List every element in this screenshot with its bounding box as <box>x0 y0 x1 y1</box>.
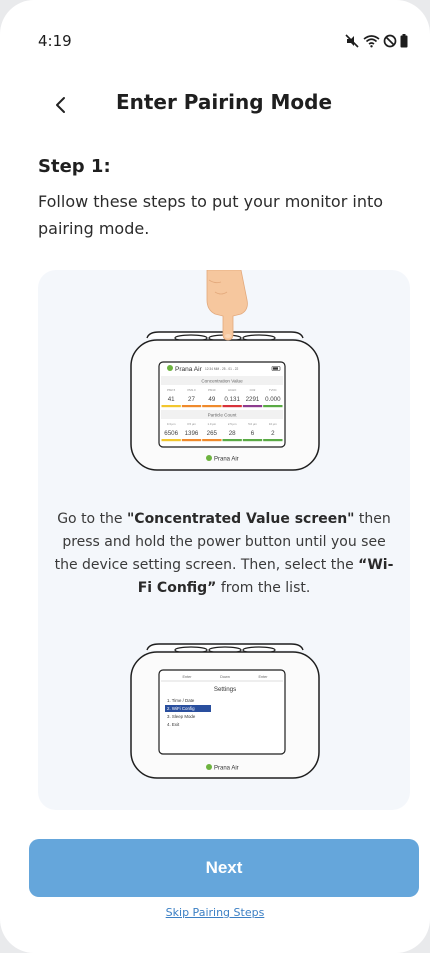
monitor-illustration-concentration: Prana Air 12:34 MM - 25 - 01 - 22 Concen… <box>130 270 320 471</box>
page-title: Enter Pairing Mode <box>115 90 333 114</box>
particle-label: 2.5 μm <box>228 422 237 426</box>
skip-pairing-link-container: Skip Pairing Steps <box>0 906 430 919</box>
status-bar: 4:19 <box>38 30 408 52</box>
concentration-level-bar <box>222 405 242 408</box>
concentration-label: PM2.5 <box>167 388 176 392</box>
section-particle-count: Particle Count <box>208 413 238 418</box>
section-concentration: Concentration Value <box>201 379 243 384</box>
status-time: 4:19 <box>38 32 72 50</box>
screen-brand: Prana Air <box>175 366 203 373</box>
concentration-value: 49 <box>208 396 215 403</box>
particle-level-bar <box>202 439 222 442</box>
concentration-level-bar <box>161 405 181 408</box>
instruction-text: Go to the "Concentrated Value screen" th… <box>52 508 396 600</box>
instruction-suffix: from the list. <box>216 580 311 596</box>
status-icons <box>344 34 408 48</box>
settings-menu-item: 2. WiFi Config <box>167 706 195 711</box>
particle-label: 5.0 μm <box>248 422 257 426</box>
concentration-label: HCHO <box>228 388 237 392</box>
instruction-prefix: Go to the <box>57 511 127 527</box>
concentration-label: CO2 <box>250 388 256 392</box>
particle-label: 10 μm <box>269 422 277 426</box>
particle-label: 0.5 μm <box>187 422 196 426</box>
particle-value: 1396 <box>185 430 199 437</box>
instructions-card: Prana Air 12:34 MM - 25 - 01 - 22 Concen… <box>38 270 410 810</box>
concentration-level-bar <box>263 405 283 408</box>
instruction-concentrated-screen: "Concentrated Value screen" <box>127 511 355 527</box>
particle-value: 2 <box>271 430 275 437</box>
particle-value: 28 <box>229 430 236 437</box>
concentration-label: TVOC <box>269 388 277 392</box>
concentration-value: 41 <box>168 396 175 403</box>
concentration-level-bar <box>181 405 202 408</box>
concentration-level-bar <box>242 405 263 408</box>
device-footer-brand: Prana Air <box>214 457 239 463</box>
skip-pairing-steps-link[interactable]: Skip Pairing Steps <box>166 906 265 919</box>
particle-value: 265 <box>207 430 218 437</box>
particle-label: 1.0 μm <box>208 422 217 426</box>
concentration-label: PM1.0 <box>187 388 196 392</box>
concentration-label: PM10 <box>208 388 216 392</box>
mute-icon <box>345 34 359 48</box>
particle-level-bar <box>242 439 263 442</box>
next-button[interactable]: Next <box>29 839 419 897</box>
settings-top-label: Down <box>220 675 230 679</box>
step-title: Step 1: <box>38 156 111 177</box>
settings-top-label: Enter <box>182 675 192 679</box>
particle-value: 6 <box>251 430 255 437</box>
wifi-icon <box>363 35 380 48</box>
particle-level-bar <box>181 439 202 442</box>
particle-level-bar <box>263 439 283 442</box>
concentration-value: 0.000 <box>265 396 281 403</box>
concentration-value: 2291 <box>246 396 260 403</box>
monitor-illustration-settings: Enter Down Enter Settings 1. Time / Date 2.… <box>130 643 320 779</box>
phone-screen: 4:19 Enter Pairing Mode Step 1: Follow t… <box>0 0 430 953</box>
header: Enter Pairing Mode <box>0 88 430 122</box>
settings-menu-item: 4. Exit <box>167 722 180 727</box>
settings-title: Settings <box>214 686 236 693</box>
concentration-level-bar <box>202 405 222 408</box>
device2-footer-brand: Prana Air <box>214 766 239 772</box>
concentration-value: 0.131 <box>224 396 240 403</box>
settings-menu-item: 3. Sleep Mode <box>167 714 196 719</box>
battery-icon <box>400 34 408 48</box>
settings-menu-item: 1. Time / Date <box>167 698 195 703</box>
step-description: Follow these steps to put your monitor i… <box>38 192 384 238</box>
concentration-value: 27 <box>188 396 195 403</box>
particle-label: 0.3 μm <box>167 422 176 426</box>
settings-top-label: Enter <box>258 675 268 679</box>
particle-value: 6506 <box>164 430 178 437</box>
particle-level-bar <box>161 439 181 442</box>
hand-pointer-icon <box>206 270 248 341</box>
particle-level-bar <box>222 439 242 442</box>
do-not-disturb-icon <box>383 34 397 48</box>
screen-header-info: 12:34 MM - 25 - 01 - 22 <box>205 367 239 371</box>
